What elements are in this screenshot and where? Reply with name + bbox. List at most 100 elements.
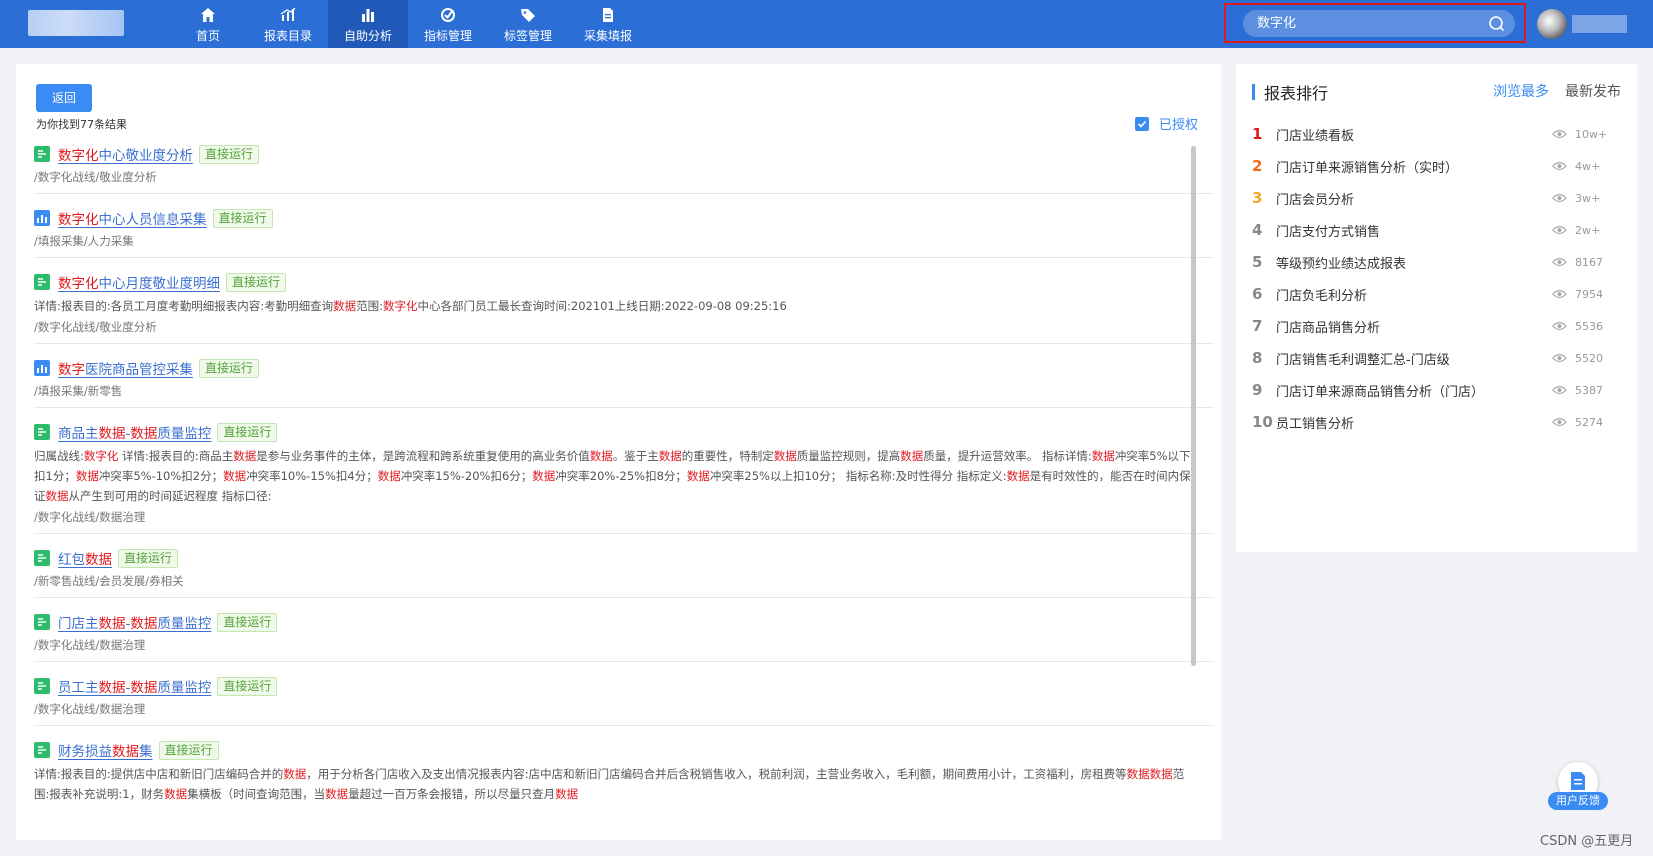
run-directly-tag[interactable]: 直接运行 <box>199 144 260 164</box>
result-item: 商品主数据-数据质量监控 直接运行 归属战线:数字化 详情:报表目的:商品主数据是参… <box>34 418 1214 534</box>
rank-number: 7 <box>1252 317 1263 335</box>
nav-label: 标签管理 <box>503 28 552 43</box>
rank-row[interactable]: 4 门店支付方式销售 2w+ <box>1252 214 1622 246</box>
rank-views: 8167 <box>1552 256 1622 269</box>
keyword-highlight: 数据 <box>98 426 126 442</box>
eye-icon <box>1552 129 1567 139</box>
rank-view-count: 5387 <box>1575 383 1603 397</box>
authorized-filter[interactable]: 已授权 <box>1135 114 1198 133</box>
rank-views: 10w+ <box>1552 128 1622 141</box>
collect-form-icon <box>34 210 50 226</box>
result-count: 为你找到77条结果 <box>36 118 127 131</box>
feedback-label[interactable]: 用户反馈 <box>1548 792 1608 810</box>
rank-row[interactable]: 10 员工销售分析 5274 <box>1252 406 1622 438</box>
rank-report-name[interactable]: 等级预约业绩达成报表 <box>1276 253 1552 272</box>
rank-views: 4w+ <box>1552 160 1622 173</box>
rank-views: 7954 <box>1552 288 1622 301</box>
result-title-row: 数字化中心月度敬业度明细 直接运行 <box>34 270 1214 294</box>
keyword-highlight: 数据 <box>333 299 357 313</box>
nav-report-catalog[interactable]: 报表目录 <box>248 0 328 48</box>
keyword-highlight: 数字化 <box>58 276 99 292</box>
keyword-highlight: 数字化 <box>83 449 119 463</box>
result-title-link[interactable]: 数字医院商品管控采集 <box>58 358 193 378</box>
rank-view-count: 5520 <box>1575 351 1603 365</box>
nav-collect-fill[interactable]: 采集填报 <box>568 0 648 48</box>
avatar[interactable] <box>1537 9 1567 39</box>
brand-logo[interactable] <box>28 10 124 36</box>
nav-indicator-mgmt[interactable]: 指标管理 <box>408 0 488 48</box>
feedback-widget[interactable]: 用户反馈 <box>1548 762 1608 812</box>
main-nav: 首页 报表目录 自助分析 指标管理 标签管理 采集填报 <box>168 0 648 48</box>
rank-row[interactable]: 2 门店订单来源销售分析（实时） 4w+ <box>1252 150 1622 182</box>
keyword-highlight: 数据 <box>1149 767 1173 781</box>
run-directly-tag[interactable]: 直接运行 <box>217 422 278 442</box>
checkbox-checked-icon[interactable] <box>1135 116 1149 131</box>
nav-home[interactable]: 首页 <box>168 0 248 48</box>
scrollbar[interactable] <box>1191 146 1196 666</box>
rank-report-name[interactable]: 门店支付方式销售 <box>1276 221 1552 240</box>
rank-row[interactable]: 6 门店负毛利分析 7954 <box>1252 278 1622 310</box>
rank-row[interactable]: 8 门店销售毛利调整汇总-门店级 5520 <box>1252 342 1622 374</box>
rank-row[interactable]: 1 门店业绩看板 10w+ <box>1252 118 1622 150</box>
result-item: 财务损益数据集 直接运行详情:报表目的:提供店中店和新旧门店编码合并的数据，用于分… <box>34 736 1214 812</box>
result-title-link[interactable]: 财务损益数据集 <box>58 740 153 760</box>
keyword-highlight: 数据 <box>98 680 126 696</box>
nav-tag-mgmt[interactable]: 标签管理 <box>488 0 568 48</box>
rank-number: 3 <box>1252 189 1263 207</box>
run-directly-tag[interactable]: 直接运行 <box>199 358 260 378</box>
rank-number: 6 <box>1252 285 1263 303</box>
rank-number: 5 <box>1252 253 1263 271</box>
result-title-link[interactable]: 红包数据 <box>58 548 112 568</box>
result-item: 员工主数据-数据质量监控 直接运行/数字化战线/数据治理 <box>34 672 1214 726</box>
rank-report-name[interactable]: 门店业绩看板 <box>1276 125 1552 144</box>
bar-chart-icon <box>358 5 378 25</box>
rank-view-count: 5536 <box>1575 319 1603 333</box>
result-title-link[interactable]: 门店主数据-数据质量监控 <box>58 612 211 632</box>
rank-row[interactable]: 7 门店商品销售分析 5536 <box>1252 310 1622 342</box>
result-title-link[interactable]: 员工主数据-数据质量监控 <box>58 676 211 696</box>
keyword-highlight: 数据 <box>686 469 710 483</box>
tab-most-viewed[interactable]: 浏览最多 <box>1493 81 1549 101</box>
keyword-highlight: 数据 <box>1126 767 1150 781</box>
nav-label: 采集填报 <box>583 28 632 43</box>
result-title-link[interactable]: 数字化中心敬业度分析 <box>58 144 193 164</box>
user-name-blurred[interactable] <box>1572 15 1627 33</box>
run-directly-tag[interactable]: 直接运行 <box>226 272 287 292</box>
search-input[interactable]: 数字化 <box>1243 10 1515 37</box>
keyword-highlight: 数据 <box>325 787 349 801</box>
result-title-link[interactable]: 数字化中心月度敬业度明细 <box>58 272 220 292</box>
run-directly-tag[interactable]: 直接运行 <box>217 612 278 632</box>
keyword-highlight: 数据 <box>1006 469 1030 483</box>
run-directly-tag[interactable]: 直接运行 <box>212 208 273 228</box>
result-item: 数字化中心人员信息采集 直接运行/填报采集/人力采集 <box>34 204 1214 258</box>
rank-number: 2 <box>1252 157 1263 175</box>
rank-report-name[interactable]: 门店会员分析 <box>1276 189 1552 208</box>
result-item: 数字医院商品管控采集 直接运行/填报采集/新零售 <box>34 354 1214 408</box>
rank-views: 3w+ <box>1552 192 1622 205</box>
rank-report-name[interactable]: 门店负毛利分析 <box>1276 285 1552 304</box>
tab-latest[interactable]: 最新发布 <box>1565 81 1621 101</box>
result-title-link[interactable]: 数字化中心人员信息采集 <box>58 208 207 228</box>
rank-row[interactable]: 5 等级预约业绩达成报表 8167 <box>1252 246 1622 278</box>
run-directly-tag[interactable]: 直接运行 <box>158 740 219 760</box>
result-description: 详情:报表目的:提供店中店和新旧门店编码合并的数据，用于分析各门店收入及支出情况… <box>34 767 1185 801</box>
result-title-link[interactable]: 商品主数据-数据质量监控 <box>58 422 211 442</box>
run-directly-tag[interactable]: 直接运行 <box>217 676 278 696</box>
search-icon[interactable] <box>1488 15 1505 32</box>
nav-label: 首页 <box>195 28 220 43</box>
keyword-highlight: 数据 <box>130 616 158 632</box>
rank-report-name[interactable]: 员工销售分析 <box>1276 413 1552 432</box>
run-directly-tag[interactable]: 直接运行 <box>118 548 179 568</box>
rank-report-name[interactable]: 门店商品销售分析 <box>1276 317 1552 336</box>
rank-row[interactable]: 3 门店会员分析 3w+ <box>1252 182 1622 214</box>
keyword-highlight: 数据 <box>75 469 99 483</box>
back-button[interactable]: 返回 <box>36 84 92 112</box>
rank-report-name[interactable]: 门店订单来源商品销售分析（门店） <box>1276 381 1552 400</box>
rank-view-count: 7954 <box>1575 287 1603 301</box>
rank-report-name[interactable]: 门店订单来源销售分析（实时） <box>1276 157 1552 176</box>
keyword-highlight: 数据 <box>223 469 247 483</box>
nav-self-analysis[interactable]: 自助分析 <box>328 0 408 48</box>
rank-number: 1 <box>1252 125 1263 143</box>
rank-row[interactable]: 9 门店订单来源商品销售分析（门店） 5387 <box>1252 374 1622 406</box>
rank-report-name[interactable]: 门店销售毛利调整汇总-门店级 <box>1276 349 1552 368</box>
